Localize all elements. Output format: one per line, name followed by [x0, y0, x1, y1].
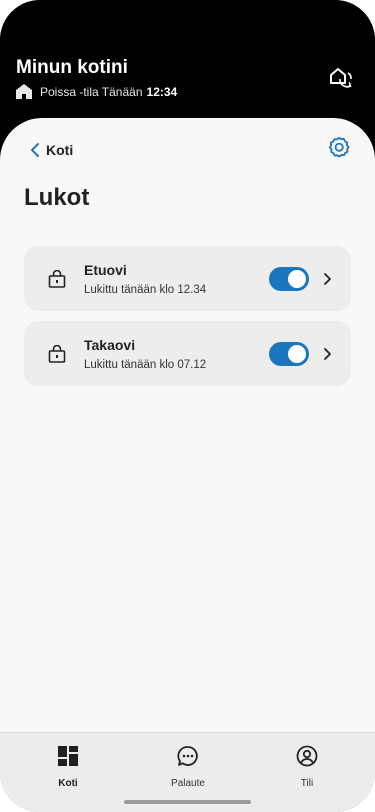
chevron-right-icon[interactable]	[322, 347, 332, 361]
lock-icon	[48, 270, 66, 288]
home-title: Minun kotini	[16, 57, 128, 78]
back-button[interactable]: Koti	[30, 142, 73, 158]
status-time: 12:34	[146, 84, 178, 99]
user-circle-icon	[296, 745, 318, 767]
page-title: Lukot	[24, 184, 90, 211]
lock-card-front-door[interactable]: Etuovi Lukittu tänään klo 12.34	[24, 246, 351, 311]
lock-toggle[interactable]	[269, 267, 309, 291]
mode-text: Poissa -tila Tänään	[40, 84, 143, 99]
lock-name: Takaovi	[84, 337, 136, 353]
content-sheet: Koti Lukot Etuovi Lukittu tänään klo 12.…	[0, 118, 375, 812]
house-icon	[16, 84, 32, 99]
tab-palaute[interactable]: Palaute	[138, 745, 238, 789]
tab-label: Koti	[58, 778, 78, 789]
phone-screen: Minun kotini Poissa -tila Tänään 12:34 K…	[0, 0, 375, 812]
chevron-left-icon	[31, 143, 39, 157]
tab-koti[interactable]: Koti	[18, 745, 118, 789]
home-indicator	[124, 800, 251, 804]
toggle-knob	[288, 345, 306, 363]
tab-label: Tili	[300, 778, 314, 789]
lock-status: Lukittu tänään klo 12.34	[84, 284, 207, 296]
chevron-right-icon[interactable]	[322, 272, 332, 286]
lock-name: Etuovi	[84, 262, 127, 278]
home-status: Poissa -tila Tänään 12:34	[16, 84, 177, 99]
back-label: Koti	[46, 142, 74, 158]
tab-tili[interactable]: Tili	[257, 745, 357, 789]
toggle-knob	[288, 270, 306, 288]
lock-card-back-door[interactable]: Takaovi Lukittu tänään klo 07.12	[24, 321, 351, 386]
lock-icon	[48, 345, 66, 363]
dashboard-icon	[58, 746, 78, 766]
gear-icon[interactable]	[327, 136, 351, 160]
switch-home-icon[interactable]	[327, 64, 353, 90]
lock-status: Lukittu tänään klo 07.12	[84, 359, 207, 371]
chat-bubble-icon	[177, 746, 198, 766]
lock-toggle[interactable]	[269, 342, 309, 366]
tab-label: Palaute	[171, 778, 205, 789]
